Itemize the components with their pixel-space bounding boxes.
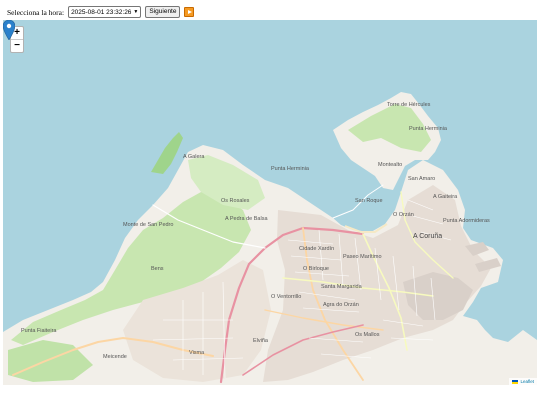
chevron-down-icon: ▼	[133, 8, 139, 15]
label-o-ventorrillo: O Ventorrillo	[271, 294, 301, 300]
label-monte-san-pedro: Monte de San Pedro	[123, 222, 173, 228]
label-os-mallos: Os Mallos	[355, 332, 380, 338]
label-montealto: Montealto	[378, 162, 402, 168]
label-punta-herminia-n: Punta Herminia	[409, 126, 448, 132]
label-elvina: Elviña	[253, 338, 269, 344]
label-torre-hercules: Torre de Hércules	[387, 102, 431, 108]
label-city: A Coruña	[413, 233, 442, 240]
label-o-birloque: O Birloque	[303, 266, 329, 272]
play-icon[interactable]	[184, 7, 195, 17]
label-a-gaiteira: A Gaiteira	[433, 194, 458, 200]
label-punta-fiaiteira: Punta Fiaiteira	[21, 328, 57, 334]
label-agra-do-orzan: Agra do Orzán	[323, 302, 359, 308]
map-attribution: Leaflet	[509, 378, 537, 385]
label-meicende: Meicende	[103, 354, 127, 360]
label-punta-herminia: Punta Herminia	[271, 166, 310, 172]
label-ciudad-jardin: Cidade Xardín	[299, 246, 334, 252]
label-san-roque: San Roque	[355, 198, 383, 204]
ukraine-flag-icon	[512, 379, 519, 384]
island	[151, 132, 183, 174]
label-os-rosales: Os Rosales	[221, 198, 250, 204]
label-a-pedra: A Pedra de Balsa	[225, 216, 268, 222]
label-visma: Visma	[189, 350, 205, 356]
label-santa-margarida: Santa Margarida	[321, 284, 363, 290]
time-select-label: Selecciona la hora:	[7, 7, 65, 17]
map-view[interactable]: A Coruña Os Rosales A Pedra de Balsa A G…	[3, 20, 537, 385]
next-button[interactable]: Siguiente	[145, 6, 181, 18]
time-select-value: 2025-08-01 23:32:26	[71, 8, 132, 16]
label-san-amaro: San Amaro	[408, 176, 435, 182]
time-toolbar: Selecciona la hora: 2025-08-01 23:32:26 …	[7, 6, 195, 18]
map-tiles: A Coruña Os Rosales A Pedra de Balsa A G…	[3, 92, 537, 385]
map-marker-icon[interactable]	[3, 20, 15, 40]
label-bens: Bens	[151, 266, 164, 272]
label-punta-adormideras: Punta Adormideras	[443, 218, 490, 224]
label-paseo-maritimo: Paseo Marítimo	[343, 254, 382, 260]
attribution-link[interactable]: Leaflet	[520, 378, 534, 385]
label-o-orzan: O Orzán	[393, 212, 414, 218]
label-a-galera: A Galera	[183, 154, 205, 160]
zoom-out-button[interactable]: −	[11, 40, 23, 52]
time-select[interactable]: 2025-08-01 23:32:26 ▼	[68, 6, 142, 18]
